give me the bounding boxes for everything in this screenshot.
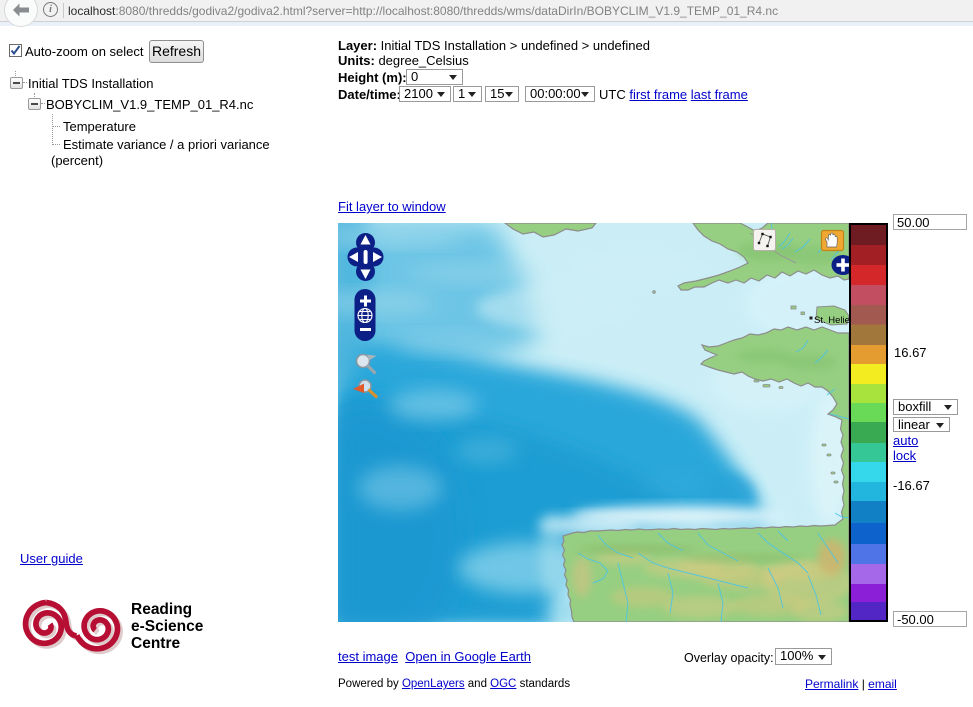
svg-text:e-Science: e-Science [131,618,204,635]
svg-text:Reading: Reading [131,601,192,618]
svg-text:Centre: Centre [131,635,180,652]
svg-text:St. Helier: St. Helier [814,315,849,326]
